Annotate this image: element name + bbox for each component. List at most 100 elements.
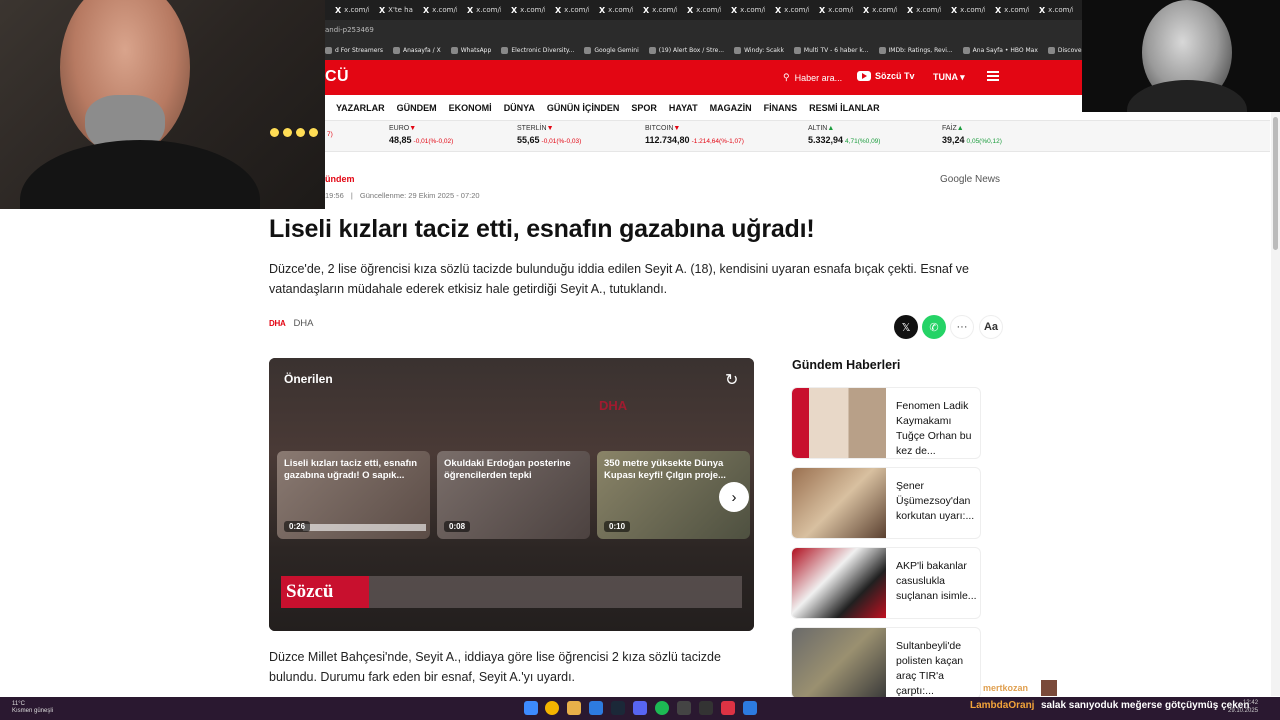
whatsapp-icon: ✆ <box>929 321 939 334</box>
file-explorer-icon[interactable] <box>567 701 581 715</box>
source-name[interactable]: DHA <box>293 318 313 329</box>
ticker-item[interactable]: 7) <box>325 125 333 138</box>
browser-tab[interactable]: Xx.com/i <box>853 2 897 18</box>
weather-widget[interactable]: 11°C Kısmen güneşli <box>12 701 53 715</box>
bookmark-item[interactable]: (19) Alert Box / Stre... <box>648 46 725 54</box>
taskbar-clock[interactable]: 12:42 29.10.2025 <box>1228 699 1258 715</box>
edge-icon[interactable] <box>589 701 603 715</box>
news-title: Sultanbeyli'de polisten kaçan araç TIR'a… <box>896 640 964 697</box>
page-scrollbar[interactable] <box>1271 112 1280 696</box>
video-card-duration: 0:26 <box>284 521 311 532</box>
article-summary: Düzce'de, 2 lise öğrencisi kıza sözlü ta… <box>269 262 970 296</box>
nav-item[interactable]: DÜNYA <box>504 103 535 113</box>
browser-tab[interactable]: Xx.com/i <box>325 2 369 18</box>
tab-label: x.com/i <box>872 6 897 14</box>
bookmark-item[interactable]: Electronic Diversity... <box>501 46 574 54</box>
share-more-button[interactable]: ··· <box>950 315 974 339</box>
sidebar-news-item[interactable]: AKP'li bakanlar casuslukla suçlanan isim… <box>792 548 980 618</box>
browser-tab[interactable]: Xx.com/i <box>721 2 765 18</box>
chrome-icon[interactable] <box>545 701 559 715</box>
news-thumbnail <box>792 548 886 618</box>
stream-overlay-name: mertkozan <box>983 683 1029 693</box>
replay-icon[interactable]: ↻ <box>725 370 738 390</box>
browser-tab[interactable]: Xx.com/i <box>985 2 1029 18</box>
browser-tab[interactable]: Xx.com/i <box>1029 2 1073 18</box>
nav-item[interactable]: EKONOMİ <box>449 103 492 113</box>
bookmark-item[interactable]: Google Gemini <box>584 46 639 54</box>
ticker-change: -0,01(%-0,03) <box>541 138 582 145</box>
discord-icon[interactable] <box>633 701 647 715</box>
video-card[interactable]: Liseli kızları taciz etti, esnafın gazab… <box>277 451 430 539</box>
app-icon-3[interactable] <box>721 701 735 715</box>
nav-item[interactable]: YAZARLAR <box>336 103 385 113</box>
browser-tab[interactable]: Xx.com/i <box>457 2 501 18</box>
ticker-item[interactable]: STERLİN▼ 55,65 -0,01(%-0,03) <box>517 125 581 145</box>
nav-item[interactable]: HAYAT <box>669 103 698 113</box>
bookmark-item[interactable]: Anasayfa / X <box>393 46 441 54</box>
search-button[interactable]: ⚲ Haber ara... <box>783 72 842 83</box>
bookmark-item[interactable]: Discover - Find Top... <box>1047 46 1082 54</box>
browser-tab[interactable]: X X'te ha <box>369 2 413 18</box>
address-bar[interactable]: andi-p253469 <box>325 20 1082 40</box>
ticker-arrow-icon: ▲ <box>827 125 835 132</box>
nav-item[interactable]: SPOR <box>631 103 657 113</box>
google-news-link[interactable]: Google News <box>940 174 1000 185</box>
browser-tab[interactable]: Xx.com/i <box>941 2 985 18</box>
browser-tab[interactable]: Xx.com/i <box>589 2 633 18</box>
hamburger-menu-icon[interactable] <box>987 71 999 83</box>
search-label: Haber ara... <box>794 72 843 83</box>
browser-tab[interactable]: Xx.com/i <box>545 2 589 18</box>
steam-icon[interactable] <box>611 701 625 715</box>
video-player[interactable]: DHA Önerilen ↻ Liseli kızları taciz etti… <box>269 358 754 631</box>
bookmark-item[interactable]: Ana Sayfa • HBO Max <box>962 46 1038 54</box>
ticker-change: 4,71(%0,09) <box>845 138 881 145</box>
sidebar-news-item[interactable]: Fenomen Ladik Kaymakamı Tuğçe Orhan bu k… <box>792 388 980 458</box>
nav-item[interactable]: RESMİ İLANLAR <box>809 103 880 113</box>
browser-tab[interactable]: Xx.com/i <box>501 2 545 18</box>
bookmark-item[interactable]: WhatsApp <box>450 46 491 54</box>
font-size-button[interactable]: Aa <box>979 315 1003 339</box>
ticker-item[interactable]: BITCOIN▼ 112.734,80 -1.214,64(%-1,07) <box>645 125 744 145</box>
bookmark-item[interactable]: IMDb: Ratings, Revi... <box>878 46 953 54</box>
bookmark-favicon-icon <box>393 46 400 54</box>
dha-logo: DHA <box>269 319 286 328</box>
windows-start-icon[interactable] <box>524 701 538 715</box>
next-arrow-button[interactable]: › <box>719 482 749 512</box>
nav-item[interactable]: GÜNDEM <box>397 103 437 113</box>
x-favicon-icon: X <box>731 5 738 15</box>
app-icon-4[interactable] <box>743 701 757 715</box>
nav-item[interactable]: MAGAZİN <box>710 103 752 113</box>
ticker-item[interactable]: ALTIN▲ 5.332,94 4,71(%0,09) <box>808 125 880 145</box>
ticker-item[interactable]: FAİZ▲ 39,24 0,05(%0,12) <box>942 125 1002 145</box>
article-headline: Liseli kızları taciz etti, esnafın gazab… <box>269 215 815 243</box>
site-logo[interactable]: CÜ <box>325 68 349 86</box>
article-category[interactable]: ündem <box>325 174 355 184</box>
bookmark-item[interactable]: d For Streamers <box>325 46 383 54</box>
weather-desc: Kısmen güneşli <box>12 708 54 714</box>
user-menu-button[interactable]: TUNA ▾ <box>933 72 965 83</box>
browser-tab[interactable]: Xx.com/i <box>809 2 853 18</box>
ticker-item[interactable]: EURO▼ 48,85 -0,01(%-0,02) <box>389 125 453 145</box>
nav-item[interactable]: FİNANS <box>764 103 798 113</box>
tab-label: x.com/i <box>740 6 765 14</box>
video-card[interactable]: Okuldaki Erdoğan posterine öğrencilerden… <box>437 451 590 539</box>
x-favicon-icon: X <box>599 5 606 15</box>
sozcu-tv-button[interactable]: Sözcü Tv <box>857 71 915 81</box>
nav-item[interactable]: GÜNÜN İÇİNDEN <box>547 103 620 113</box>
share-x-button[interactable]: 𝕏 <box>894 315 918 339</box>
browser-tab[interactable]: Xx.com/i <box>677 2 721 18</box>
sidebar-news-item[interactable]: Şener Üşümezsoy'dan korkutan uyarı:... <box>792 468 980 538</box>
scrollbar-thumb[interactable] <box>1273 117 1278 250</box>
browser-tab[interactable]: Xx.com/i <box>413 2 457 18</box>
sidebar-news-item[interactable]: Sultanbeyli'de polisten kaçan araç TIR'a… <box>792 628 980 698</box>
browser-tab[interactable]: Xx.com/i <box>633 2 677 18</box>
share-whatsapp-button[interactable]: ✆ <box>922 315 946 339</box>
app-icon[interactable] <box>677 701 691 715</box>
bookmark-item[interactable]: Multi TV - 6 haber k... <box>793 46 869 54</box>
spotify-icon[interactable] <box>655 701 669 715</box>
browser-tab[interactable]: Xx.com/i <box>765 2 809 18</box>
browser-tab[interactable]: Xx.com/i <box>897 2 941 18</box>
bookmark-label: (19) Alert Box / Stre... <box>658 46 725 54</box>
app-icon-2[interactable] <box>699 701 713 715</box>
bookmark-item[interactable]: Windy: Scakk <box>734 46 784 54</box>
